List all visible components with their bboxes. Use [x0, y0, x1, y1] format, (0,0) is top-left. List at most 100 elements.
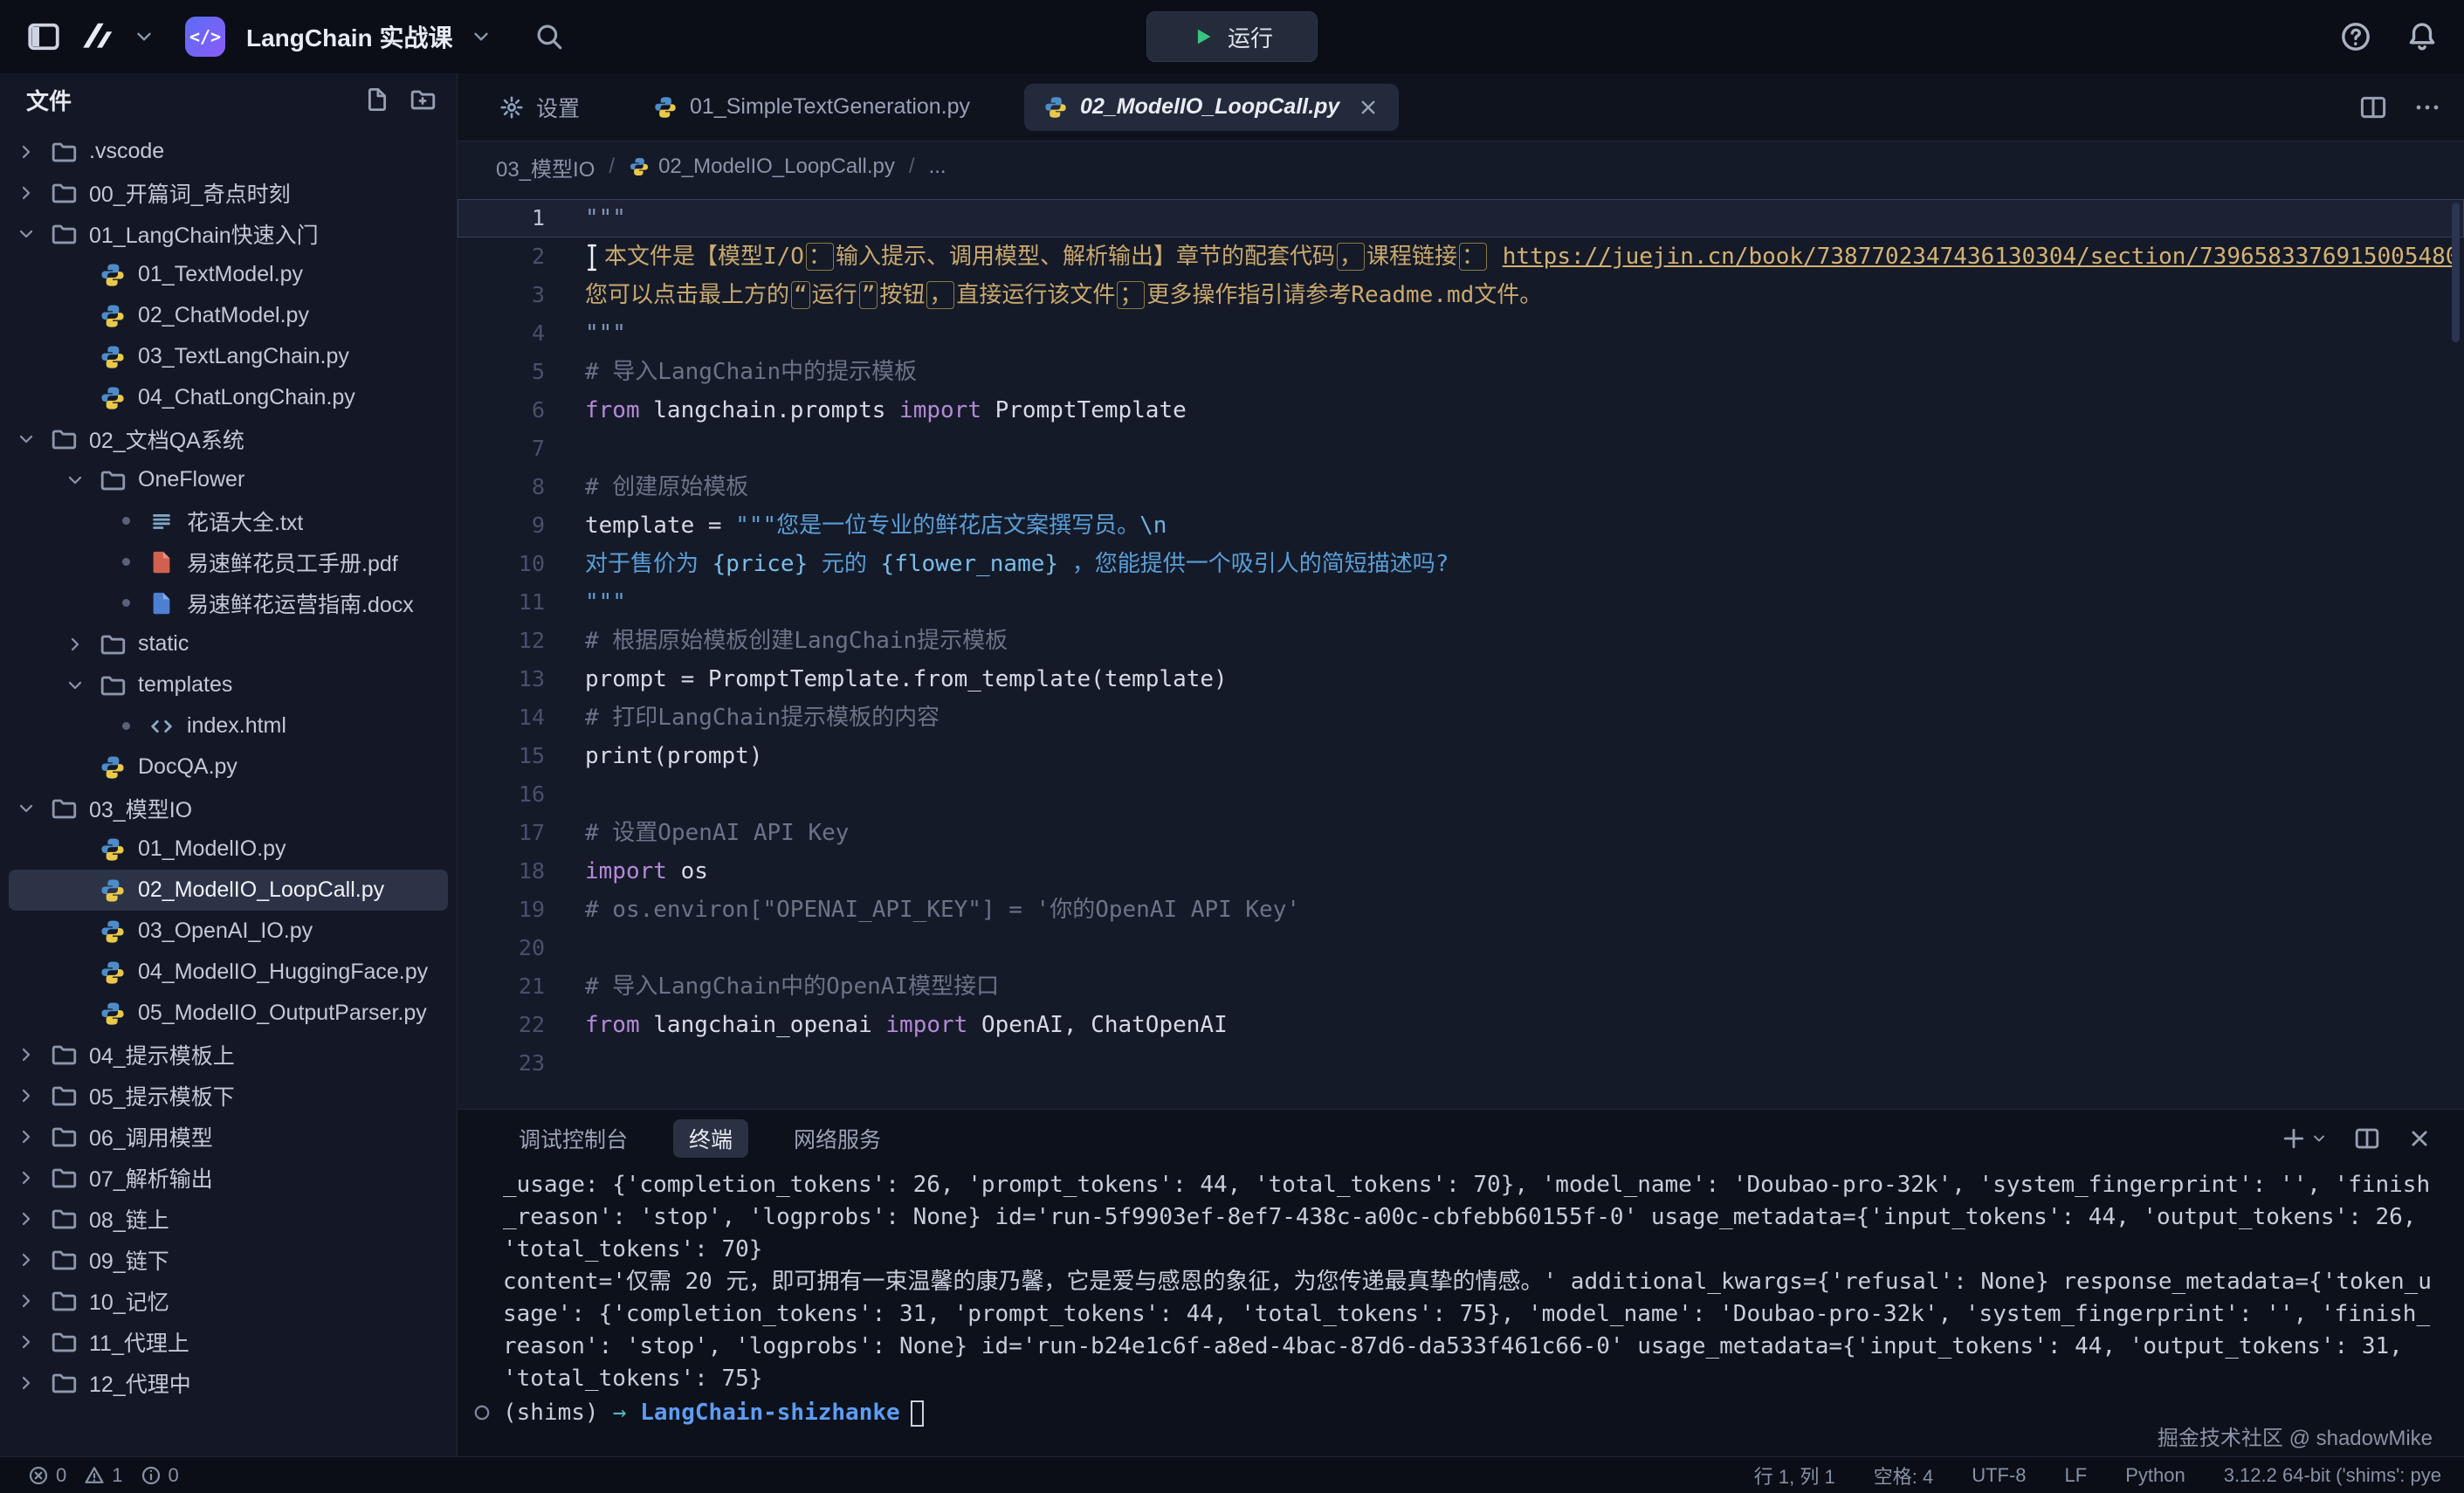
code-line[interactable]: 11""" [458, 583, 2464, 622]
line-number[interactable]: 1 [458, 199, 545, 237]
tree-file[interactable]: 04_ChatLongChain.py [9, 377, 448, 418]
close-icon[interactable] [1357, 96, 1380, 119]
line-number[interactable]: 21 [458, 967, 545, 1006]
tree-file[interactable]: 03_OpenAI_IO.py [9, 911, 448, 952]
chevron-down-icon[interactable] [16, 427, 51, 451]
code-line[interactable]: 8# 创建原始模板 [458, 468, 2464, 506]
chevron-down-icon[interactable] [133, 25, 155, 48]
editor-tab[interactable]: 设置 [480, 84, 599, 131]
split-editor-icon[interactable] [2359, 93, 2387, 121]
code-line[interactable]: 2本文件是【模型I/O：输入提示、调用模型、解析输出】章节的配套代码，课程链接：… [458, 237, 2464, 276]
code-line[interactable]: 21# 导入LangChain中的OpenAI模型接口 [458, 967, 2464, 1006]
tree-file[interactable]: 04_ModelIO_HuggingFace.py [9, 952, 448, 993]
tree-file[interactable]: 02_ChatModel.py [9, 295, 448, 336]
status-item[interactable]: 行 1, 列 1 [1754, 1462, 1835, 1490]
line-number[interactable]: 9 [458, 506, 545, 545]
code-line[interactable]: 6from langchain.prompts import PromptTem… [458, 391, 2464, 430]
new-file-icon[interactable] [364, 86, 390, 113]
tree-folder[interactable]: 03_模型IO [9, 788, 448, 829]
chevron-right-icon[interactable] [16, 1248, 51, 1272]
tree-file[interactable]: 易速鲜花员工手册.pdf [9, 541, 448, 582]
code-line[interactable]: 7 [458, 430, 2464, 468]
chevron-right-icon[interactable] [16, 181, 51, 205]
terminal-prompt[interactable]: (shims) → LangChain-shizhanke [503, 1397, 2433, 1429]
tree-file[interactable]: 易速鲜花运营指南.docx [9, 582, 448, 623]
chevron-right-icon[interactable] [16, 1084, 51, 1108]
sidebar-toggle-icon[interactable] [26, 19, 61, 54]
line-number[interactable]: 11 [458, 583, 545, 622]
breadcrumb-item[interactable]: ... [929, 155, 946, 179]
chevron-right-icon[interactable] [65, 632, 100, 657]
tree-folder[interactable]: 07_解析输出 [9, 1157, 448, 1198]
chevron-right-icon[interactable] [16, 140, 51, 164]
tree-folder[interactable]: static [9, 623, 448, 664]
chevron-right-icon[interactable] [16, 1289, 51, 1313]
code-line[interactable]: 14# 打印LangChain提示模板的内容 [458, 698, 2464, 737]
line-number[interactable]: 13 [458, 660, 545, 698]
tree-file[interactable]: 01_TextModel.py [9, 254, 448, 295]
split-panel-icon[interactable] [2354, 1125, 2380, 1152]
help-icon[interactable] [2340, 21, 2371, 52]
tree-file[interactable]: 03_TextLangChain.py [9, 336, 448, 377]
tree-folder[interactable]: 06_调用模型 [9, 1116, 448, 1157]
breadcrumb-item[interactable]: 03_模型IO [496, 152, 595, 182]
code-line[interactable]: 13prompt = PromptTemplate.from_template(… [458, 660, 2464, 698]
code-line[interactable]: 15print(prompt) [458, 737, 2464, 775]
close-panel-icon[interactable] [2406, 1125, 2433, 1152]
chevron-right-icon[interactable] [16, 1371, 51, 1395]
chevron-right-icon[interactable] [16, 1042, 51, 1067]
line-number[interactable]: 8 [458, 468, 545, 506]
tree-folder[interactable]: 04_提示模板上 [9, 1034, 448, 1075]
code-line[interactable]: 4""" [458, 314, 2464, 353]
chevron-down-icon[interactable] [470, 25, 492, 48]
new-folder-icon[interactable] [410, 86, 436, 113]
code-line[interactable]: 10对于售价为 {price} 元的 {flower_name} ，您能提供一个… [458, 545, 2464, 583]
breadcrumb-item[interactable]: 02_ModelIO_LoopCall.py [629, 155, 895, 179]
line-number[interactable]: 14 [458, 698, 545, 737]
problems-item[interactable]: 0 [141, 1464, 179, 1487]
chevron-right-icon[interactable] [16, 1330, 51, 1354]
chevron-right-icon[interactable] [16, 1207, 51, 1231]
status-item[interactable]: UTF-8 [1972, 1464, 2026, 1487]
problems-item[interactable]: 0 [28, 1464, 66, 1487]
tree-file[interactable]: 01_ModelIO.py [9, 829, 448, 870]
code-line[interactable]: 22from langchain_openai import OpenAI, C… [458, 1006, 2464, 1044]
terminal[interactable]: _usage: {'completion_tokens': 26, 'promp… [458, 1167, 2464, 1456]
code-line[interactable]: 19# os.environ["OPENAI_API_KEY"] = '你的Op… [458, 891, 2464, 929]
tree-folder[interactable]: 10_记忆 [9, 1280, 448, 1321]
panel-tab[interactable]: 调试控制台 [503, 1119, 644, 1158]
tree-file[interactable]: DocQA.py [9, 746, 448, 788]
line-number[interactable]: 15 [458, 737, 545, 775]
tree-file[interactable]: 02_ModelIO_LoopCall.py [9, 870, 448, 911]
editor-tab[interactable]: 02_ModelIO_LoopCall.py [1024, 84, 1399, 131]
problems-group[interactable]: 010 [28, 1464, 196, 1487]
line-number[interactable]: 20 [458, 929, 545, 967]
run-button[interactable]: 运行 [1146, 11, 1318, 62]
status-item[interactable]: LF [2065, 1464, 2088, 1487]
tree-folder[interactable]: 12_代理中 [9, 1362, 448, 1403]
line-number[interactable]: 4 [458, 314, 545, 353]
line-number[interactable]: 3 [458, 276, 545, 314]
line-number[interactable]: 17 [458, 814, 545, 852]
line-number[interactable]: 23 [458, 1044, 545, 1083]
code-line[interactable]: 3您可以点击最上方的“运行”按钮，直接运行该文件；更多操作指引请参考Readme… [458, 276, 2464, 314]
code-line[interactable]: 12# 根据原始模板创建LangChain提示模板 [458, 622, 2464, 660]
tree-file[interactable]: index.html [9, 705, 448, 746]
status-item[interactable]: 空格: 4 [1874, 1462, 1933, 1490]
tree-folder[interactable]: 09_链下 [9, 1239, 448, 1280]
tree-folder[interactable]: OneFlower [9, 459, 448, 500]
chevron-down-icon[interactable] [65, 673, 100, 698]
problems-item[interactable]: 1 [84, 1464, 122, 1487]
line-number[interactable]: 5 [458, 353, 545, 391]
tree-folder[interactable]: 02_文档QA系统 [9, 418, 448, 459]
code-line[interactable]: 17# 设置OpenAI API Key [458, 814, 2464, 852]
line-number[interactable]: 7 [458, 430, 545, 468]
panel-tab[interactable]: 网络服务 [778, 1119, 897, 1158]
chevron-right-icon[interactable] [16, 1166, 51, 1190]
app-logo-icon[interactable] [79, 18, 115, 55]
code-link[interactable]: https://juejin.cn/book/73877023474361303… [1503, 244, 2460, 270]
chevron-down-icon[interactable] [16, 796, 51, 821]
new-terminal-button[interactable] [2281, 1125, 2328, 1152]
code-line[interactable]: 23 [458, 1044, 2464, 1083]
panel-tab[interactable]: 终端 [673, 1119, 748, 1158]
